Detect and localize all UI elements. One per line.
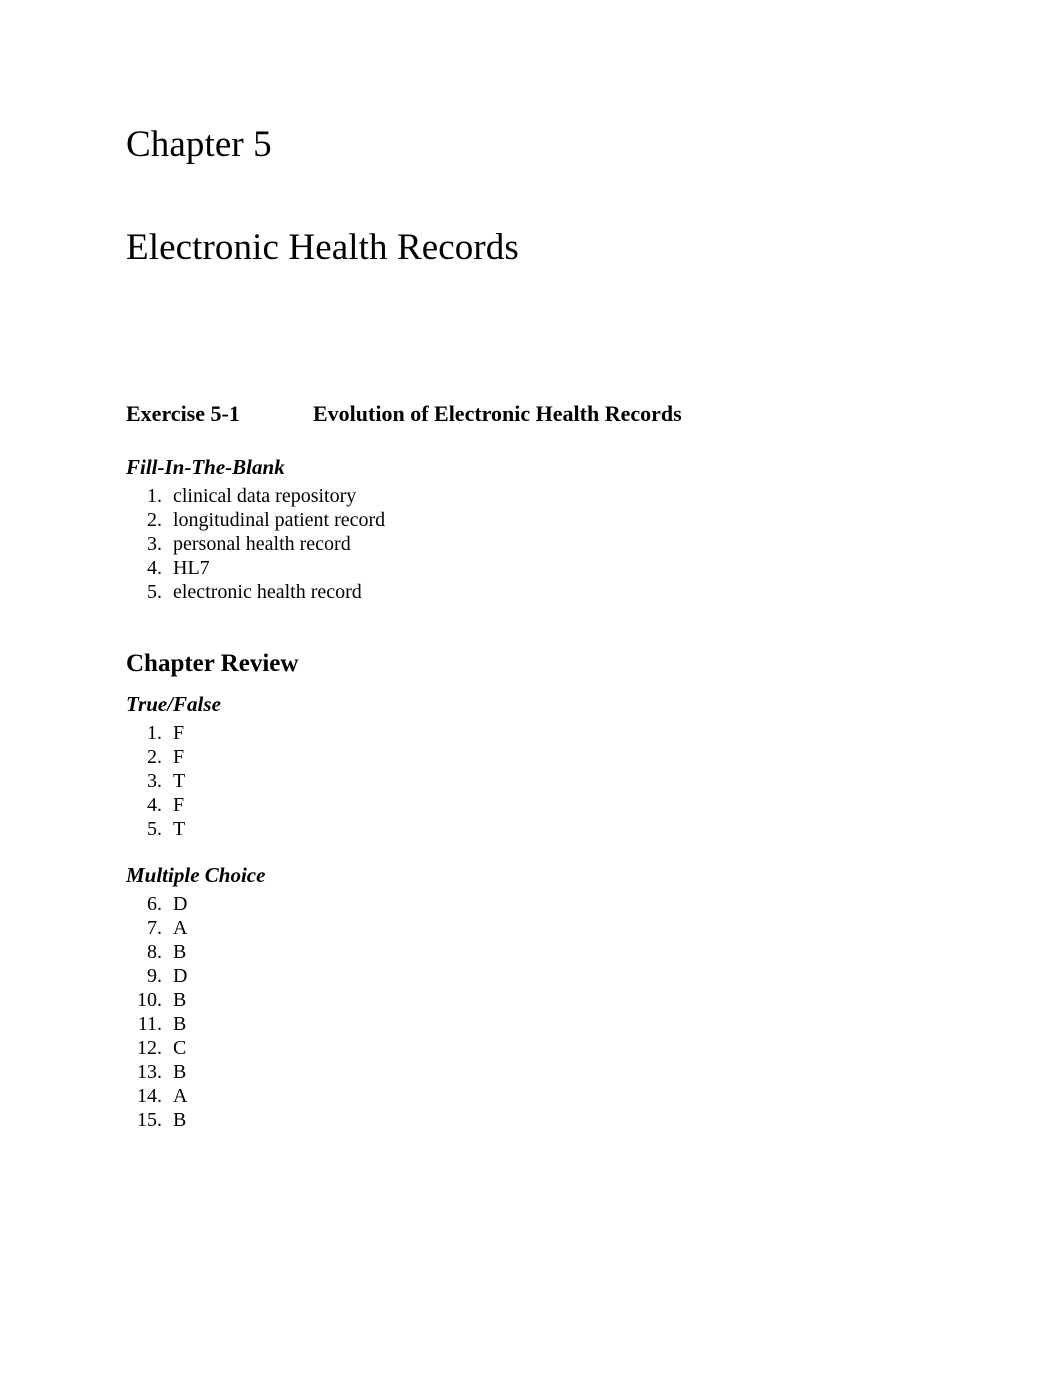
list-item: 13. B — [126, 1060, 187, 1084]
list-item: 10. B — [126, 988, 187, 1012]
list-item-number: 14. — [137, 1085, 162, 1107]
list-item: 2. longitudinal patient record — [126, 508, 385, 532]
true-false-answer-list: 1. F 2. F 3. T 4. F 5. T — [126, 721, 185, 841]
exercise-heading: Exercise 5-1 Evolution of Electronic Heal… — [126, 401, 682, 427]
list-item-number: 15. — [137, 1109, 162, 1131]
list-item-number: 7. — [147, 917, 162, 939]
list-item-answer: T — [173, 770, 186, 792]
list-item: 12. C — [126, 1036, 187, 1060]
list-item-number: 10. — [137, 989, 162, 1011]
list-item: 14. A — [126, 1084, 187, 1108]
list-item-answer: B — [173, 1109, 187, 1131]
list-item-number: 3. — [147, 770, 162, 792]
list-item-answer: D — [173, 965, 188, 987]
list-item: 2. F — [126, 745, 185, 769]
list-item-answer: A — [173, 917, 188, 939]
list-item-number: 12. — [137, 1037, 162, 1059]
fill-in-the-blank-answer-list: 1. clinical data repository 2. longitudina… — [126, 484, 385, 604]
list-item-number: 5. — [147, 581, 162, 603]
list-item-number: 3. — [147, 533, 162, 555]
multiple-choice-heading: Multiple Choice — [126, 863, 266, 887]
list-item: 8. B — [126, 940, 187, 964]
exercise-label: Exercise 5-1 — [126, 401, 240, 426]
true-false-heading: True/False — [126, 692, 221, 716]
multiple-choice-answer-list: 6. D 7. A 8. B 9. D 10. B 11. B 12. C 13. B 14. A… — [126, 892, 187, 1132]
list-item-number: 4. — [147, 794, 162, 816]
chapter-label: Chapter 5 — [126, 124, 272, 165]
list-item: 3. T — [126, 769, 185, 793]
chapter-title: Electronic Health Records — [126, 227, 519, 268]
list-item-answer: B — [173, 1013, 187, 1035]
list-item: 9. D — [126, 964, 187, 988]
exercise-title: Evolution of Electronic Health Records — [313, 401, 682, 426]
document-page: Chapter 5 Electronic Health Records Exer… — [0, 0, 1062, 1377]
chapter-review-heading: Chapter Review — [126, 649, 299, 677]
list-item-number: 11. — [137, 1013, 162, 1035]
list-item-answer: B — [173, 941, 187, 963]
list-item: 4. F — [126, 793, 185, 817]
list-item-answer: D — [173, 893, 188, 915]
list-item: 7. A — [126, 916, 187, 940]
list-item-answer: B — [173, 989, 187, 1011]
list-item: 4. HL7 — [126, 556, 385, 580]
list-item: 1. F — [126, 721, 185, 745]
list-item-number: 4. — [147, 557, 162, 579]
list-item-number: 2. — [147, 509, 162, 531]
list-item: 5. T — [126, 817, 185, 841]
list-item-answer: clinical data repository — [173, 485, 357, 507]
list-item-answer: F — [173, 746, 185, 768]
list-item-answer: F — [173, 794, 185, 816]
list-item-number: 1. — [147, 485, 162, 507]
list-item-number: 8. — [147, 941, 162, 963]
list-item: 5. electronic health record — [126, 580, 385, 604]
list-item-answer: electronic health record — [173, 581, 362, 603]
list-item-number: 5. — [147, 818, 162, 840]
list-item: 15. B — [126, 1108, 187, 1132]
list-item-answer: C — [173, 1037, 187, 1059]
list-item-answer: B — [173, 1061, 187, 1083]
list-item-answer: T — [173, 818, 186, 840]
fill-in-the-blank-heading: Fill-In-The-Blank — [126, 455, 285, 479]
list-item-answer: F — [173, 722, 185, 744]
list-item: 11. B — [126, 1012, 187, 1036]
list-item-answer: A — [173, 1085, 188, 1107]
list-item-number: 9. — [147, 965, 162, 987]
list-item-answer: personal health record — [173, 533, 351, 555]
list-item: 1. clinical data repository — [126, 484, 385, 508]
list-item: 3. personal health record — [126, 532, 385, 556]
list-item-number: 1. — [147, 722, 162, 744]
list-item-number: 13. — [137, 1061, 162, 1083]
list-item-answer: HL7 — [173, 557, 210, 579]
list-item-answer: longitudinal patient record — [173, 509, 386, 531]
list-item-number: 6. — [147, 893, 162, 915]
list-item: 6. D — [126, 892, 187, 916]
list-item-number: 2. — [147, 746, 162, 768]
